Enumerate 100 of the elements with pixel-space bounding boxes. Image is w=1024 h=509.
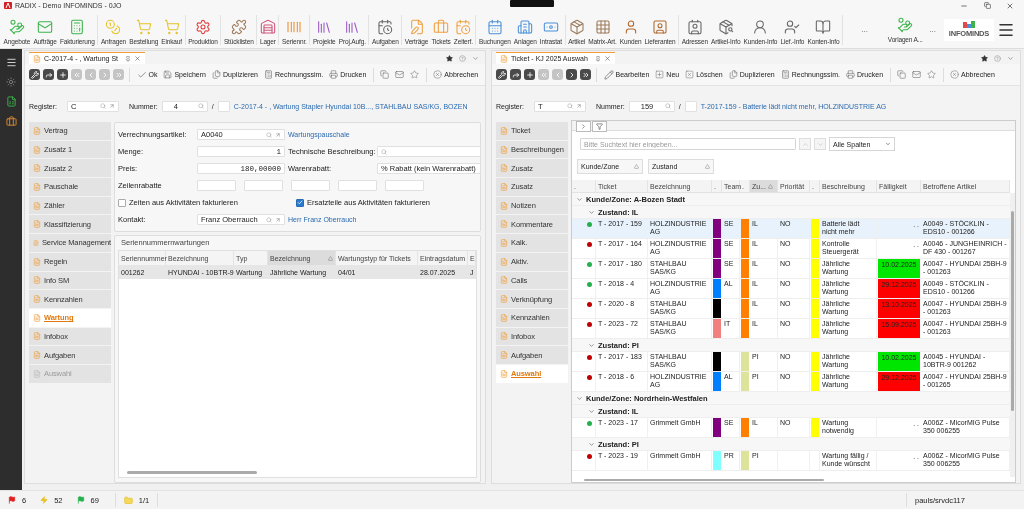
description-field[interactable] (377, 146, 481, 157)
favorite-button[interactable] (981, 54, 988, 62)
open-icon (275, 216, 281, 223)
discount-field[interactable] (385, 180, 424, 191)
delete-icon (685, 70, 695, 79)
cart-icon (163, 18, 180, 35)
favorite-button[interactable] (446, 54, 453, 62)
printer-icon (329, 70, 339, 79)
cancel-icon (950, 70, 960, 79)
menu-button[interactable] (5, 57, 17, 68)
redaction-bar (509, 0, 554, 7)
next-match-button[interactable] (814, 138, 826, 150)
sort-icon (705, 164, 710, 169)
checkbox[interactable] (296, 198, 304, 207)
previous-match-button[interactable] (799, 138, 811, 150)
wrench-icon (30, 70, 39, 79)
copy-button[interactable] (895, 70, 908, 79)
discount-field[interactable] (197, 180, 236, 191)
nav-button[interactable] (57, 69, 68, 80)
nav-button[interactable] (43, 69, 54, 80)
mail-button[interactable] (393, 70, 406, 79)
first-icon (539, 70, 548, 79)
nav-button[interactable] (496, 69, 507, 80)
document-icon (33, 257, 41, 266)
document-icon (33, 54, 41, 63)
envelope-icon (395, 70, 405, 79)
checkbox[interactable] (118, 198, 126, 207)
gear-icon (194, 18, 211, 35)
more-button[interactable]: ... (924, 25, 941, 34)
document-icon (500, 220, 508, 229)
suffix-field[interactable] (684, 100, 697, 112)
search-icon (664, 103, 671, 109)
expand-button[interactable] (576, 121, 591, 132)
document-icon (33, 182, 41, 191)
briefcase-button[interactable] (5, 116, 17, 127)
open-icon (109, 103, 115, 109)
document-icon (500, 182, 508, 191)
sun-button[interactable] (6, 77, 16, 87)
document-icon (500, 369, 508, 378)
document-icon (500, 313, 508, 322)
document-pen-icon (408, 18, 425, 35)
suffix-field[interactable] (217, 100, 230, 112)
discount-field[interactable] (291, 180, 330, 191)
search-icon (567, 103, 573, 109)
document-icon (500, 126, 508, 135)
close-icon (603, 55, 611, 62)
help-button[interactable] (994, 54, 1001, 62)
scrollbar[interactable] (1010, 193, 1015, 477)
nav-button[interactable] (524, 69, 535, 80)
scrollbar[interactable] (127, 471, 257, 474)
flag-icon (8, 496, 16, 504)
dropdown-button[interactable] (1007, 54, 1014, 62)
calculator-icon (264, 70, 273, 79)
close-icon (134, 55, 142, 62)
document-icon (33, 145, 41, 154)
document-icon (500, 238, 508, 247)
flag-icon (76, 496, 85, 504)
document-icon (33, 238, 39, 247)
save-icon (163, 70, 173, 79)
chevron-icon (580, 123, 587, 130)
document-icon (33, 332, 41, 341)
close-icon (1006, 1, 1014, 10)
more-button[interactable]: ... (856, 25, 873, 34)
filter-icon (596, 123, 603, 130)
warehouse-icon (259, 18, 276, 35)
person-icon (784, 18, 801, 35)
star-icon (981, 54, 988, 62)
filter-button[interactable] (592, 121, 607, 132)
last-icon (114, 70, 123, 79)
spreadsheet-button[interactable] (5, 96, 17, 107)
copy-button[interactable] (378, 70, 391, 79)
mail-button[interactable] (910, 70, 923, 79)
up-icon (801, 140, 809, 148)
document-icon (33, 201, 41, 210)
binders-icon (344, 18, 361, 35)
grid-icon (594, 18, 611, 35)
document-icon (33, 276, 41, 285)
calendar-icon (486, 18, 503, 35)
pin-icon (594, 55, 601, 62)
spreadsheet-icon (5, 96, 17, 107)
discount-field[interactable] (244, 180, 283, 191)
last-icon (581, 70, 590, 79)
document-icon (33, 295, 41, 304)
envelope-icon (37, 18, 54, 35)
help-button[interactable] (459, 54, 466, 62)
nav-button[interactable] (510, 69, 521, 80)
down-icon (816, 140, 824, 148)
person-icon (652, 18, 668, 35)
document-icon (33, 220, 41, 229)
nav-button[interactable] (29, 69, 40, 80)
dropdown-button[interactable] (472, 54, 479, 62)
lightning-icon (40, 496, 49, 504)
document-icon (33, 351, 41, 360)
coins-icon (105, 18, 122, 35)
document-icon (500, 54, 508, 63)
discount-field[interactable] (338, 180, 377, 191)
nav-button[interactable] (580, 69, 591, 80)
search-icon (197, 103, 204, 109)
calculator-icon (780, 70, 790, 79)
nav-button[interactable] (566, 69, 577, 80)
